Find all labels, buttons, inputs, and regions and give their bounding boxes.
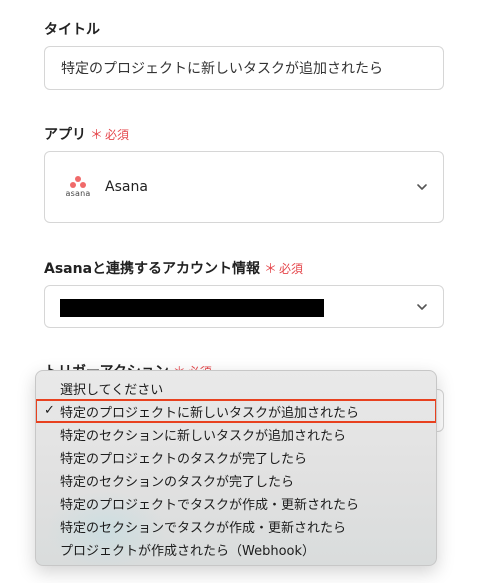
required-text: 必須 — [105, 128, 130, 142]
dropdown-option[interactable]: プロジェクトが作成されたら（Webhook） — [36, 538, 436, 560]
checkmark-icon: ✓ — [44, 403, 55, 418]
option-label: 特定のプロジェクトに新しいタスクが追加されたら — [60, 405, 360, 421]
option-label: 特定のプロジェクトのタスクが完了したら — [60, 451, 308, 467]
app-label-text: アプリ — [44, 127, 86, 143]
dropdown-option[interactable]: 特定のプロジェクトのタスクが完了したら — [36, 446, 436, 468]
app-label: アプリ ＊必須 — [44, 124, 129, 144]
chevron-down-icon — [417, 303, 427, 310]
redacted-account-value — [60, 299, 324, 317]
account-label: Asanaと連携するアカウント情報＊必須 — [44, 258, 303, 278]
app-select[interactable]: asana Asana — [44, 151, 444, 223]
option-label: 特定のプロジェクトでタスクが作成・更新されたら — [60, 497, 360, 513]
dropdown-option[interactable]: 特定のセクションに新しいタスクが追加されたら — [36, 423, 436, 445]
dropdown-option[interactable]: 選択してください — [36, 377, 436, 399]
required-text: 必須 — [279, 262, 304, 276]
required-badge: ＊必須 — [264, 262, 304, 277]
account-select[interactable] — [44, 285, 444, 328]
dropdown-option[interactable]: 特定のプロジェクトでタスクが作成・更新されたら — [36, 492, 436, 514]
required-asterisk: ＊ — [90, 128, 104, 143]
option-label: 特定のセクションでタスクが作成・更新されたら — [60, 520, 347, 536]
asana-logo-text: asana — [65, 189, 91, 198]
option-label: プロジェクトが作成されたら（Webhook） — [60, 543, 316, 559]
option-label: 特定のセクションに新しいタスクが追加されたら — [60, 428, 347, 444]
asana-logo: asana — [63, 176, 93, 198]
option-label: 特定のセクションのタスクが完了したら — [60, 474, 295, 490]
required-asterisk: ＊ — [264, 262, 278, 277]
title-input[interactable]: 特定のプロジェクトに新しいタスクが追加されたら — [44, 46, 444, 90]
chevron-down-icon — [417, 184, 427, 190]
app-select-value: Asana — [105, 179, 148, 195]
required-badge: ＊必須 — [90, 128, 130, 143]
dropdown-option[interactable]: 特定のセクションのタスクが完了したら — [36, 469, 436, 491]
title-label: タイトル — [44, 22, 100, 38]
trigger-dropdown-menu: 選択してください ✓ 特定のプロジェクトに新しいタスクが追加されたら 特定のセクシ… — [35, 370, 437, 566]
option-label: 選択してください — [60, 382, 164, 398]
asana-dots-icon — [70, 176, 86, 188]
account-label-text: Asanaと連携するアカウント情報 — [44, 261, 261, 277]
dropdown-option[interactable]: 特定のセクションでタスクが作成・更新されたら — [36, 515, 436, 537]
dropdown-option-selected[interactable]: ✓ 特定のプロジェクトに新しいタスクが追加されたら — [36, 399, 436, 423]
